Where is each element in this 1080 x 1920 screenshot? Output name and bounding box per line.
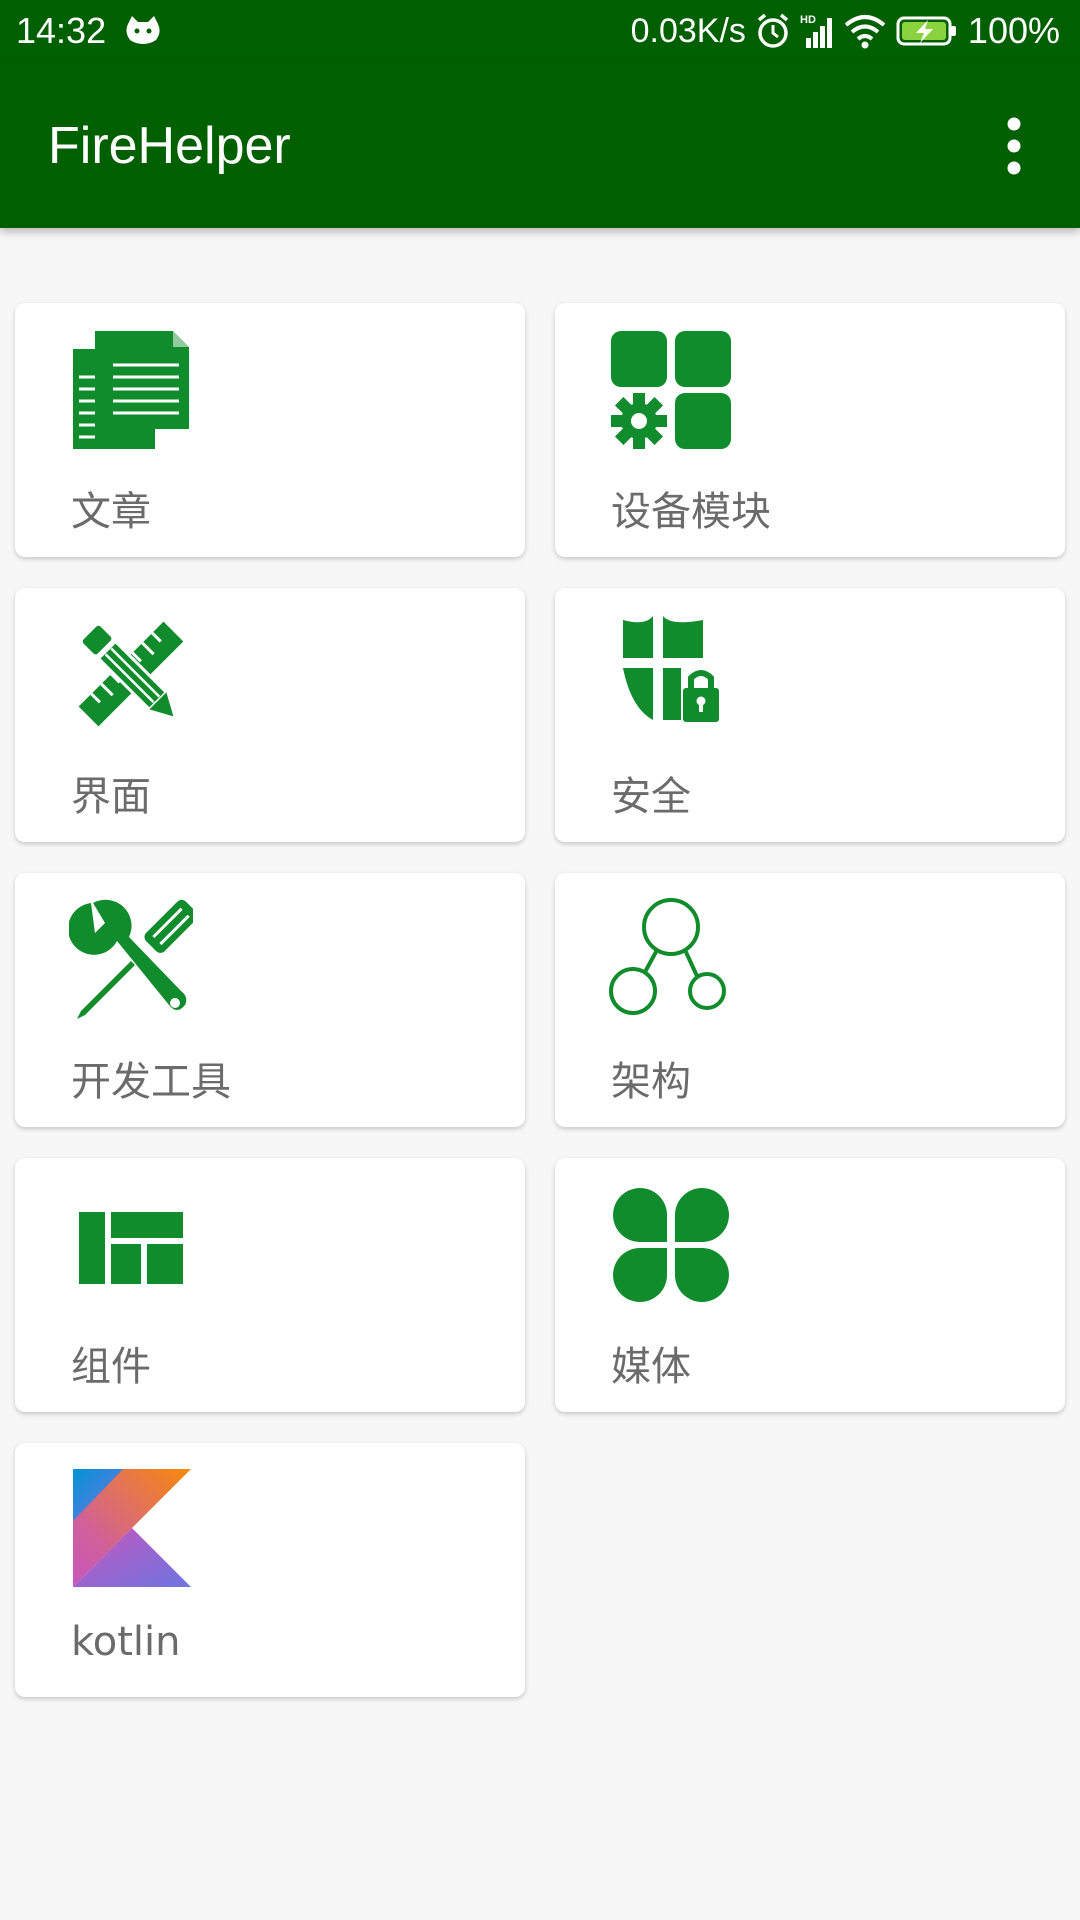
- shield-lock-icon: [623, 616, 719, 722]
- card-security[interactable]: 安全: [555, 588, 1065, 842]
- card-device-module[interactable]: 设备模块: [555, 303, 1065, 557]
- hd-signal-icon: HD: [800, 14, 832, 48]
- card-article[interactable]: 文章: [15, 303, 525, 557]
- card-label: kotlin: [71, 1619, 181, 1665]
- app-bar: FireHelper: [0, 62, 1080, 228]
- card-label: 架构: [611, 1059, 691, 1105]
- more-options-icon[interactable]: [988, 114, 1040, 178]
- document-icon: [73, 331, 189, 449]
- svg-text:HD: HD: [800, 14, 816, 26]
- dev-tools-icon: [69, 899, 193, 1019]
- media-clover-icon: [613, 1188, 729, 1302]
- cat-notification-icon: [126, 16, 160, 44]
- card-architecture[interactable]: 架构: [555, 873, 1065, 1127]
- card-media[interactable]: 媒体: [555, 1158, 1065, 1412]
- card-kotlin[interactable]: kotlin: [15, 1443, 525, 1697]
- app-title: FireHelper: [48, 117, 291, 175]
- battery-charging-icon: [896, 16, 956, 46]
- card-dev-tools[interactable]: 开发工具: [15, 873, 525, 1127]
- kotlin-logo-icon: [73, 1469, 191, 1587]
- network-speed: 0.03K/s: [630, 11, 746, 50]
- card-label: 设备模块: [611, 489, 771, 535]
- card-label: 安全: [611, 774, 691, 820]
- card-label: 媒体: [611, 1344, 691, 1390]
- card-label: 界面: [71, 774, 151, 820]
- battery-percent: 100%: [967, 10, 1060, 51]
- card-label: 开发工具: [71, 1059, 231, 1105]
- wifi-icon: [844, 15, 886, 49]
- card-label: 文章: [71, 489, 151, 535]
- component-layout-icon: [79, 1212, 183, 1284]
- card-label: 组件: [71, 1344, 151, 1390]
- alarm-icon: [757, 13, 789, 48]
- status-time: 14:32: [16, 10, 107, 51]
- pencil-ruler-icon: [78, 621, 184, 727]
- architecture-nodes-icon: [609, 898, 726, 1015]
- status-bar: 14:32 0.03K/s HD 100%: [0, 0, 1080, 62]
- card-ui[interactable]: 界面: [15, 588, 525, 842]
- card-components[interactable]: 组件: [15, 1158, 525, 1412]
- device-module-icon: [611, 331, 731, 449]
